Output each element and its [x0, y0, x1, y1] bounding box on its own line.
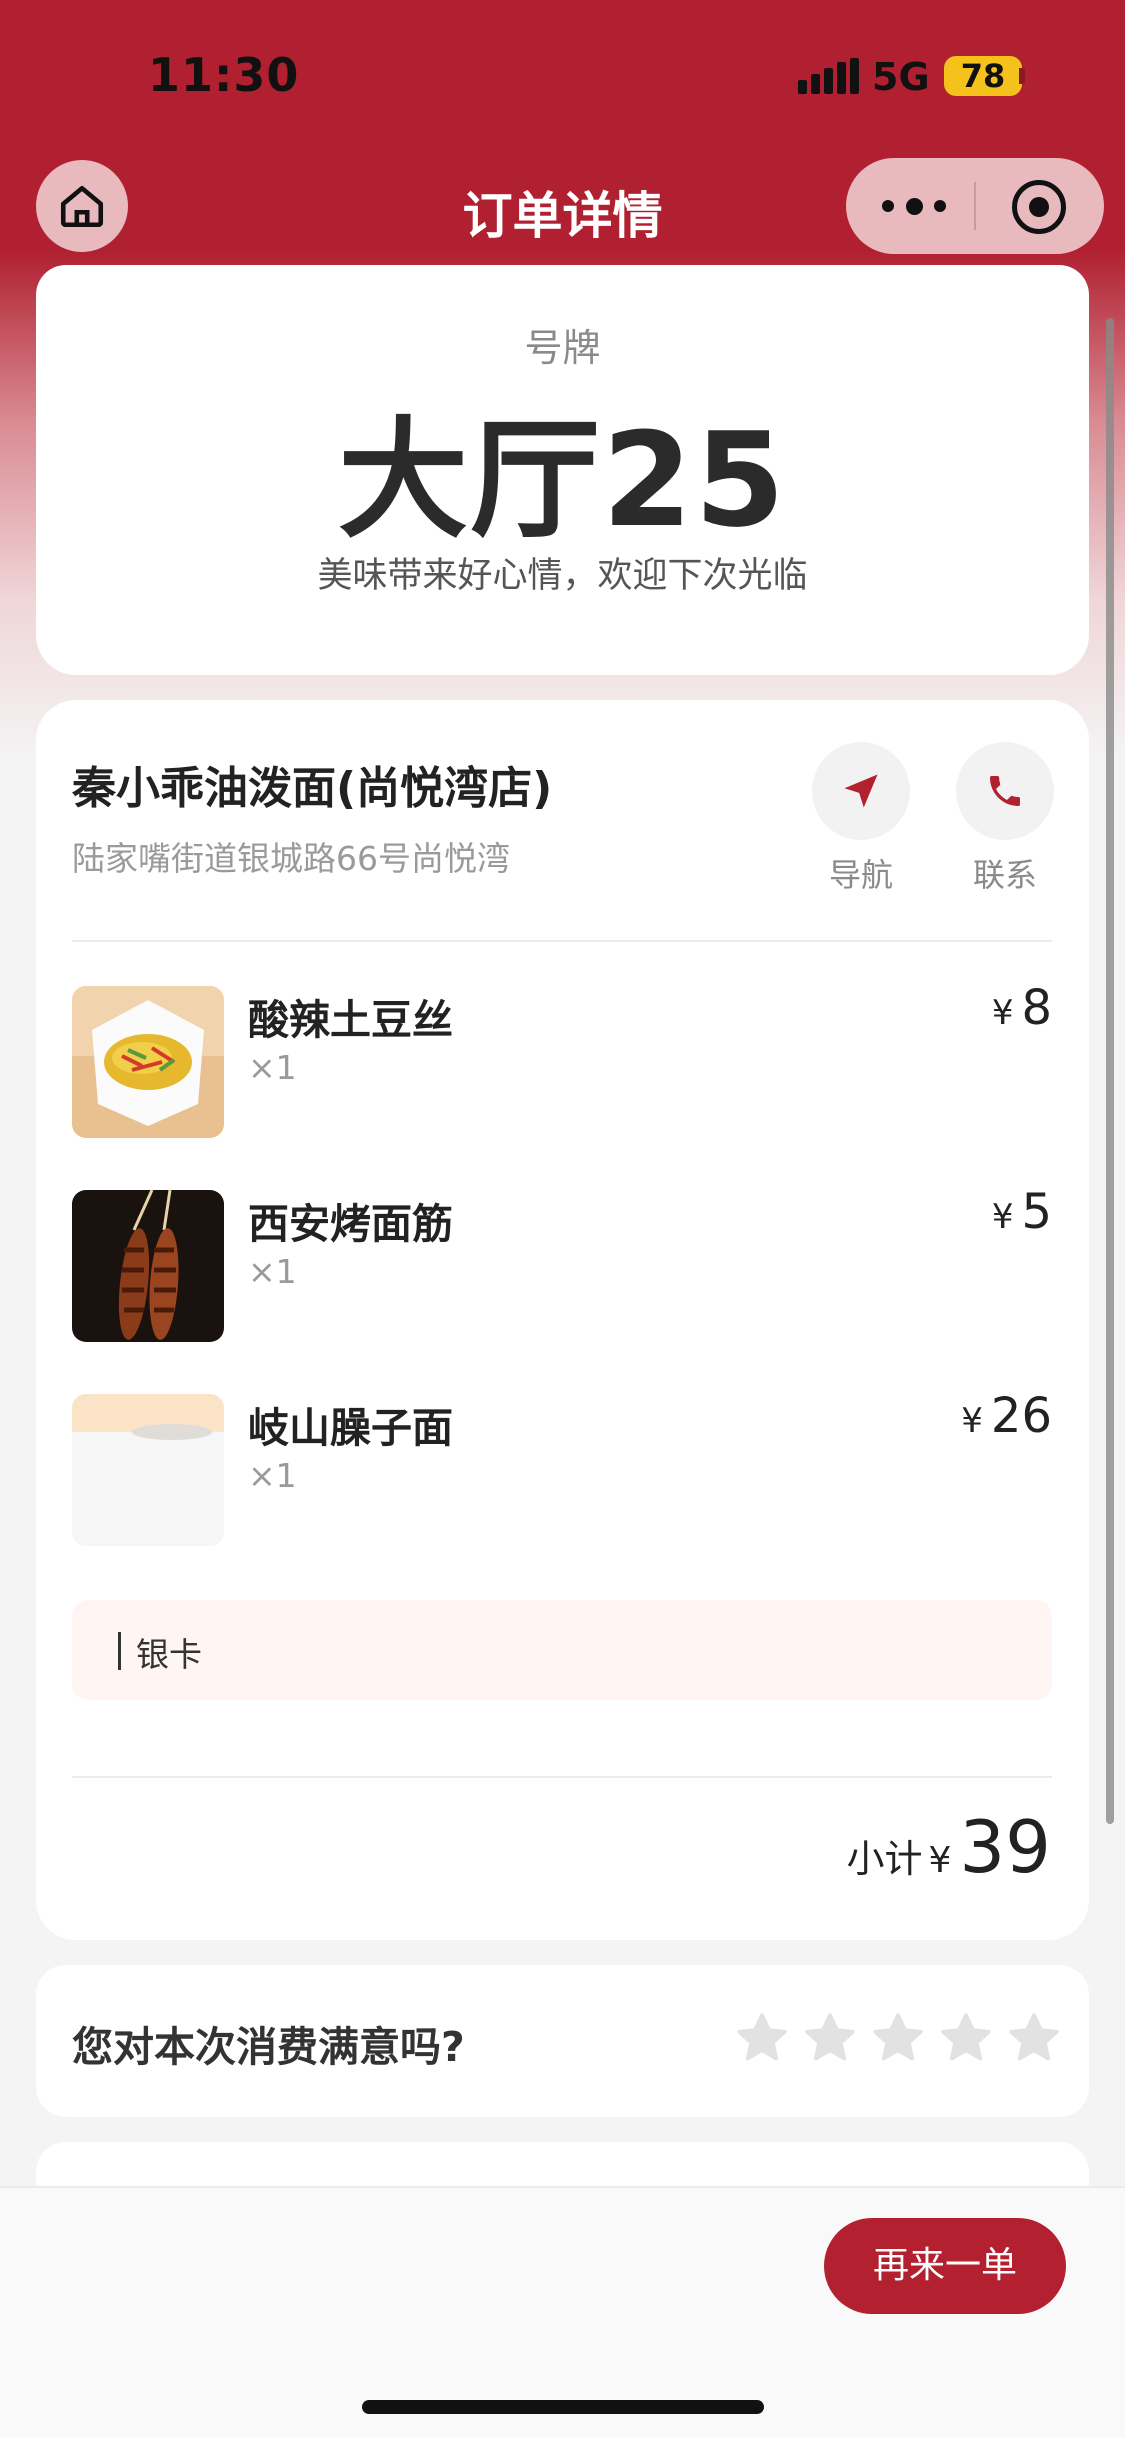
membership-card-label: 银卡 [136, 1635, 202, 1674]
contact-label: 联系 [972, 856, 1037, 894]
membership-card-note: 银卡 [72, 1600, 1052, 1700]
note-bar [118, 1632, 121, 1670]
order-item: 岐山臊子面 ×1 ¥26 [72, 1388, 1052, 1546]
item-name: 西安烤面筋 [248, 1200, 453, 1248]
star-icon[interactable] [1005, 2009, 1063, 2067]
rating-stars [733, 2009, 1063, 2067]
item-quantity: ×1 [248, 1048, 297, 1087]
network-type: 5G [872, 55, 930, 99]
reorder-button[interactable]: 再来一单 [824, 2218, 1066, 2314]
item-price: ¥5 [991, 1184, 1052, 1240]
scrollbar[interactable] [1106, 318, 1114, 1824]
subtotal-label: 小计 [846, 1837, 923, 1881]
subtotal-currency: ¥ [928, 1840, 952, 1881]
order-item: 酸辣土豆丝 ×1 ¥8 [72, 980, 1052, 1138]
item-quantity: ×1 [248, 1456, 297, 1495]
ticket-label: 号牌 [524, 326, 601, 370]
home-indicator [362, 2400, 764, 2414]
more-dots-icon[interactable] [882, 188, 946, 224]
status-bar: 11:30 5G 78 [0, 0, 1125, 150]
ticket-number: 大厅25 [338, 404, 787, 556]
divider [72, 940, 1052, 942]
star-icon[interactable] [733, 2009, 791, 2067]
battery-tip [1019, 68, 1025, 84]
navigate-label: 导航 [828, 856, 893, 894]
status-time: 11:30 [148, 48, 300, 102]
navigation-arrow-icon [844, 774, 878, 808]
divider [72, 1776, 1052, 1778]
mini-program-capsule [846, 158, 1104, 254]
subtotal-amount: 39 [959, 1805, 1051, 1889]
item-price: ¥8 [991, 980, 1052, 1036]
item-image [72, 1190, 224, 1342]
item-name: 酸辣土豆丝 [248, 996, 453, 1044]
star-icon[interactable] [869, 2009, 927, 2067]
item-quantity: ×1 [248, 1252, 297, 1291]
nav-bar: 订单详情 [0, 150, 1125, 275]
store-address: 陆家嘴街道银城路66号尚悦湾 [72, 839, 510, 878]
signal-icon [798, 58, 860, 94]
item-name: 岐山臊子面 [248, 1404, 453, 1452]
rating-question: 您对本次消费满意吗? [72, 2023, 465, 2071]
ticket-card: 号牌 大厅25 美味带来好心情，欢迎下次光临 [36, 265, 1089, 675]
order-card: 秦小乖油泼面(尚悦湾店) 陆家嘴街道银城路66号尚悦湾 导航 联系 酸辣土豆丝 … [36, 700, 1089, 1940]
contact-button[interactable]: 联系 [956, 742, 1054, 896]
battery-icon: 78 [944, 56, 1022, 96]
store-name: 秦小乖油泼面(尚悦湾店) [72, 763, 553, 814]
bottom-action-bar: 再来一单 [0, 2186, 1125, 2438]
navigate-button[interactable]: 导航 [812, 742, 910, 896]
subtotal: 小计 ¥ 39 [846, 1805, 1051, 1889]
target-icon[interactable] [1012, 180, 1066, 234]
ticket-message: 美味带来好心情，欢迎下次光临 [317, 556, 808, 596]
capsule-divider [974, 182, 976, 230]
item-image [72, 986, 224, 1138]
rating-card: 您对本次消费满意吗? [36, 1965, 1089, 2117]
item-image [72, 1394, 224, 1546]
star-icon[interactable] [937, 2009, 995, 2067]
item-price: ¥26 [961, 1388, 1052, 1444]
phone-icon [990, 776, 1020, 806]
order-item: 西安烤面筋 ×1 ¥5 [72, 1184, 1052, 1342]
star-icon[interactable] [801, 2009, 859, 2067]
